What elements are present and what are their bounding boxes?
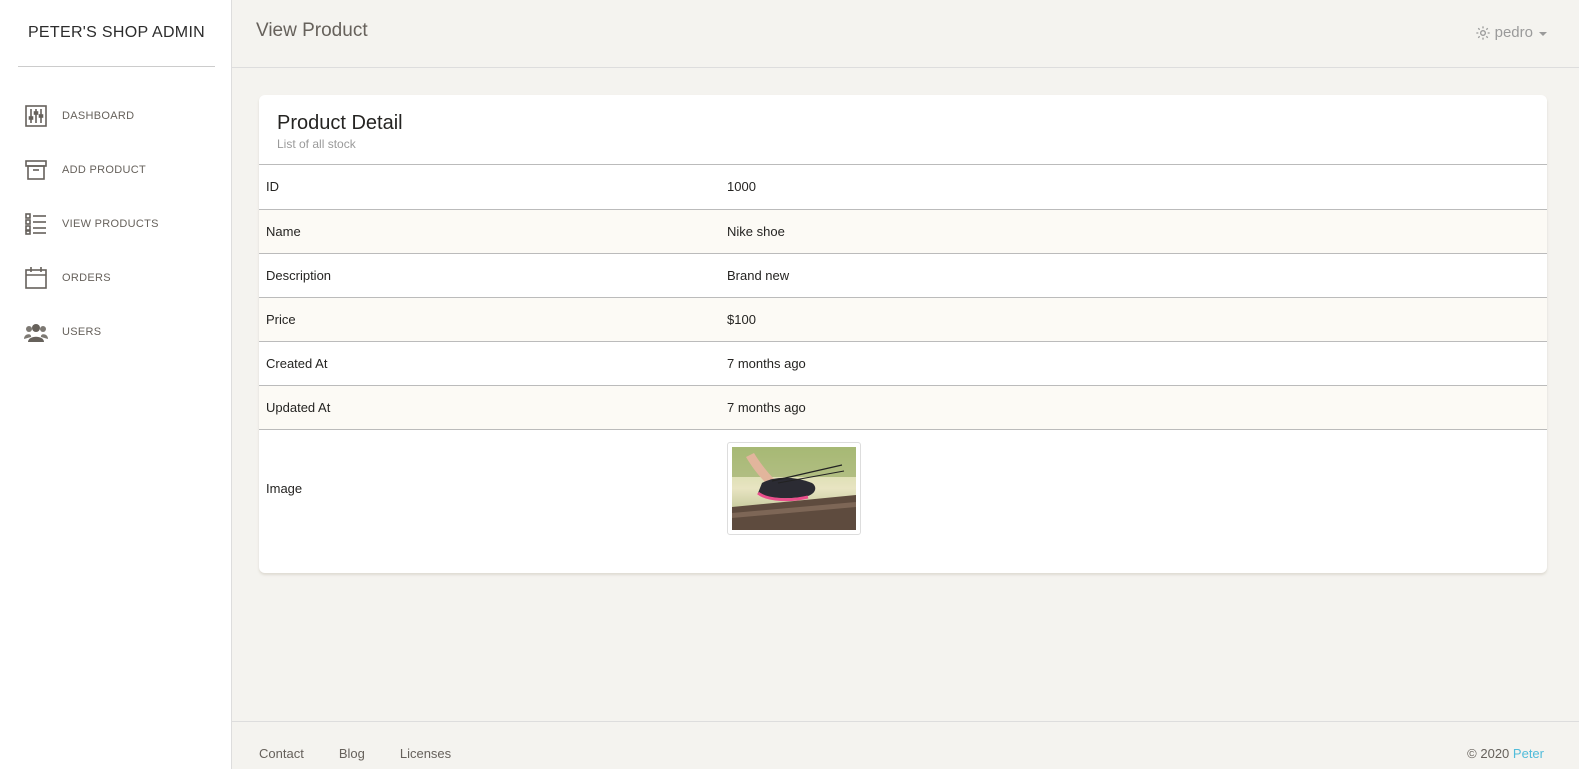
detail-key: Name [259, 209, 727, 254]
sidebar-item-label: DASHBOARD [62, 110, 135, 122]
calendar-icon [24, 266, 48, 290]
detail-key: Created At [259, 341, 727, 386]
table-row: Created At 7 months ago [259, 341, 1547, 386]
footer: Contact Blog Licenses © 2020 Peter [232, 721, 1579, 769]
sidebar-nav: DASHBOARD ADD PRODUCT VIEW PRODUCTS ORDE… [0, 89, 232, 359]
sliders-icon [24, 104, 48, 128]
table-row: Updated At 7 months ago [259, 385, 1547, 430]
top-navbar: View Product pedro [232, 0, 1579, 68]
table-row: Name Nike shoe [259, 209, 1547, 254]
card-title: Product Detail [277, 112, 403, 134]
page-title: View Product [256, 20, 368, 41]
sidebar-item-label: ADD PRODUCT [62, 164, 146, 176]
detail-value: 7 months ago [727, 385, 1547, 430]
sidebar-item-label: USERS [62, 326, 102, 338]
sidebar-item-users[interactable]: USERS [0, 305, 232, 359]
product-detail-card: Product Detail List of all stock ID 1000… [259, 95, 1547, 573]
sidebar-item-dashboard[interactable]: DASHBOARD [0, 89, 232, 143]
detail-value: 7 months ago [727, 341, 1547, 386]
sidebar-item-add-product[interactable]: ADD PRODUCT [0, 143, 232, 197]
detail-value: 1000 [727, 165, 1547, 210]
card-header: Product Detail List of all stock [259, 95, 1547, 165]
product-detail-table: ID 1000 Name Nike shoe Description Brand… [259, 165, 1547, 548]
product-image [732, 447, 856, 531]
footer-link-blog[interactable]: Blog [339, 746, 365, 761]
detail-value [727, 429, 1547, 548]
sidebar: PETER'S SHOP ADMIN DASHBOARD ADD PRODUCT… [0, 0, 232, 769]
table-row: Image [259, 429, 1547, 548]
brand-logo-text[interactable]: PETER'S SHOP ADMIN [18, 0, 215, 67]
table-row: ID 1000 [259, 165, 1547, 210]
detail-value: Brand new [727, 253, 1547, 298]
username: pedro [1494, 24, 1533, 41]
footer-link-contact[interactable]: Contact [259, 746, 304, 761]
detail-key: Description [259, 253, 727, 298]
sidebar-item-label: VIEW PRODUCTS [62, 218, 159, 230]
product-image-thumbnail[interactable] [727, 442, 861, 536]
card-subtitle: List of all stock [277, 137, 356, 151]
table-row: Description Brand new [259, 253, 1547, 298]
footer-link-licenses[interactable]: Licenses [400, 746, 451, 761]
footer-links: Contact Blog Licenses [259, 746, 486, 761]
detail-value: Nike shoe [727, 209, 1547, 254]
detail-key: Image [266, 481, 303, 497]
detail-key: Price [259, 297, 727, 342]
sidebar-item-view-products[interactable]: VIEW PRODUCTS [0, 197, 232, 251]
table-row: Price $100 [259, 297, 1547, 342]
user-menu-dropdown[interactable]: pedro [1475, 24, 1547, 41]
detail-key: Updated At [259, 385, 727, 430]
detail-value: $100 [727, 297, 1547, 342]
sidebar-item-orders[interactable]: ORDERS [0, 251, 232, 305]
copyright: © 2020 Peter [1467, 746, 1544, 761]
copyright-author-link[interactable]: Peter [1513, 746, 1544, 761]
list-icon [24, 212, 48, 236]
users-icon [24, 320, 48, 344]
chevron-down-icon [1539, 31, 1547, 36]
sidebar-item-label: ORDERS [62, 272, 111, 284]
detail-key: ID [259, 165, 727, 210]
copyright-text: © 2020 [1467, 746, 1510, 761]
gear-icon [1475, 25, 1490, 40]
archive-box-icon [24, 158, 48, 182]
